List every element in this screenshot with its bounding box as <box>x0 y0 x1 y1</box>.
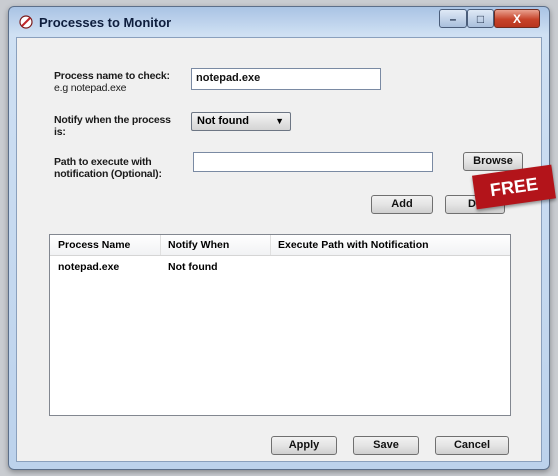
add-button[interactable]: Add <box>371 195 433 214</box>
notify-label: Notify when the process is: <box>54 114 171 138</box>
column-divider <box>270 235 271 255</box>
browse-button[interactable]: Browse <box>463 152 523 171</box>
path-label-line2: notification (Optional): <box>54 168 162 180</box>
app-icon <box>19 15 33 29</box>
path-input[interactable] <box>193 152 433 172</box>
notify-when-select[interactable]: Not found ▼ <box>191 112 291 131</box>
close-icon: X <box>512 12 521 26</box>
column-execute-path[interactable]: Execute Path with Notification <box>278 239 429 251</box>
maximize-icon: □ <box>476 12 485 26</box>
process-name-hint: e.g notepad.exe <box>54 82 127 94</box>
row-notify-when: Not found <box>168 261 218 273</box>
minimize-button[interactable]: – <box>439 9 467 28</box>
notify-label-line1: Notify when the process <box>54 114 171 126</box>
column-divider <box>160 235 161 255</box>
maximize-button[interactable]: □ <box>467 9 494 28</box>
dropdown-arrow-icon: ▼ <box>275 116 284 126</box>
process-list[interactable]: Process Name Notify When Execute Path wi… <box>49 234 511 416</box>
dialog-body: Process name to check: e.g notepad.exe n… <box>16 37 542 462</box>
minimize-icon: – <box>449 12 457 26</box>
process-name-label-line1: Process name to check: <box>54 70 170 82</box>
list-header: Process Name Notify When Execute Path wi… <box>50 235 510 256</box>
window-title: Processes to Monitor <box>39 15 172 30</box>
notify-when-value: Not found <box>197 115 249 127</box>
process-name-input[interactable]: notepad.exe <box>191 68 381 90</box>
column-process-name[interactable]: Process Name <box>58 239 130 251</box>
process-name-label: Process name to check: e.g notepad.exe <box>54 70 170 94</box>
notify-label-line2: is: <box>54 126 66 138</box>
save-button[interactable]: Save <box>353 436 419 455</box>
cancel-button[interactable]: Cancel <box>435 436 509 455</box>
row-process-name: notepad.exe <box>58 261 120 273</box>
title-bar[interactable]: Processes to Monitor – □ X <box>9 7 549 37</box>
close-button[interactable]: X <box>494 9 540 28</box>
path-label: Path to execute with notification (Optio… <box>54 156 162 180</box>
path-label-line1: Path to execute with <box>54 156 152 168</box>
column-notify-when[interactable]: Notify When <box>168 239 229 251</box>
processes-window: Processes to Monitor – □ X Process name … <box>8 6 550 470</box>
apply-button[interactable]: Apply <box>271 436 337 455</box>
